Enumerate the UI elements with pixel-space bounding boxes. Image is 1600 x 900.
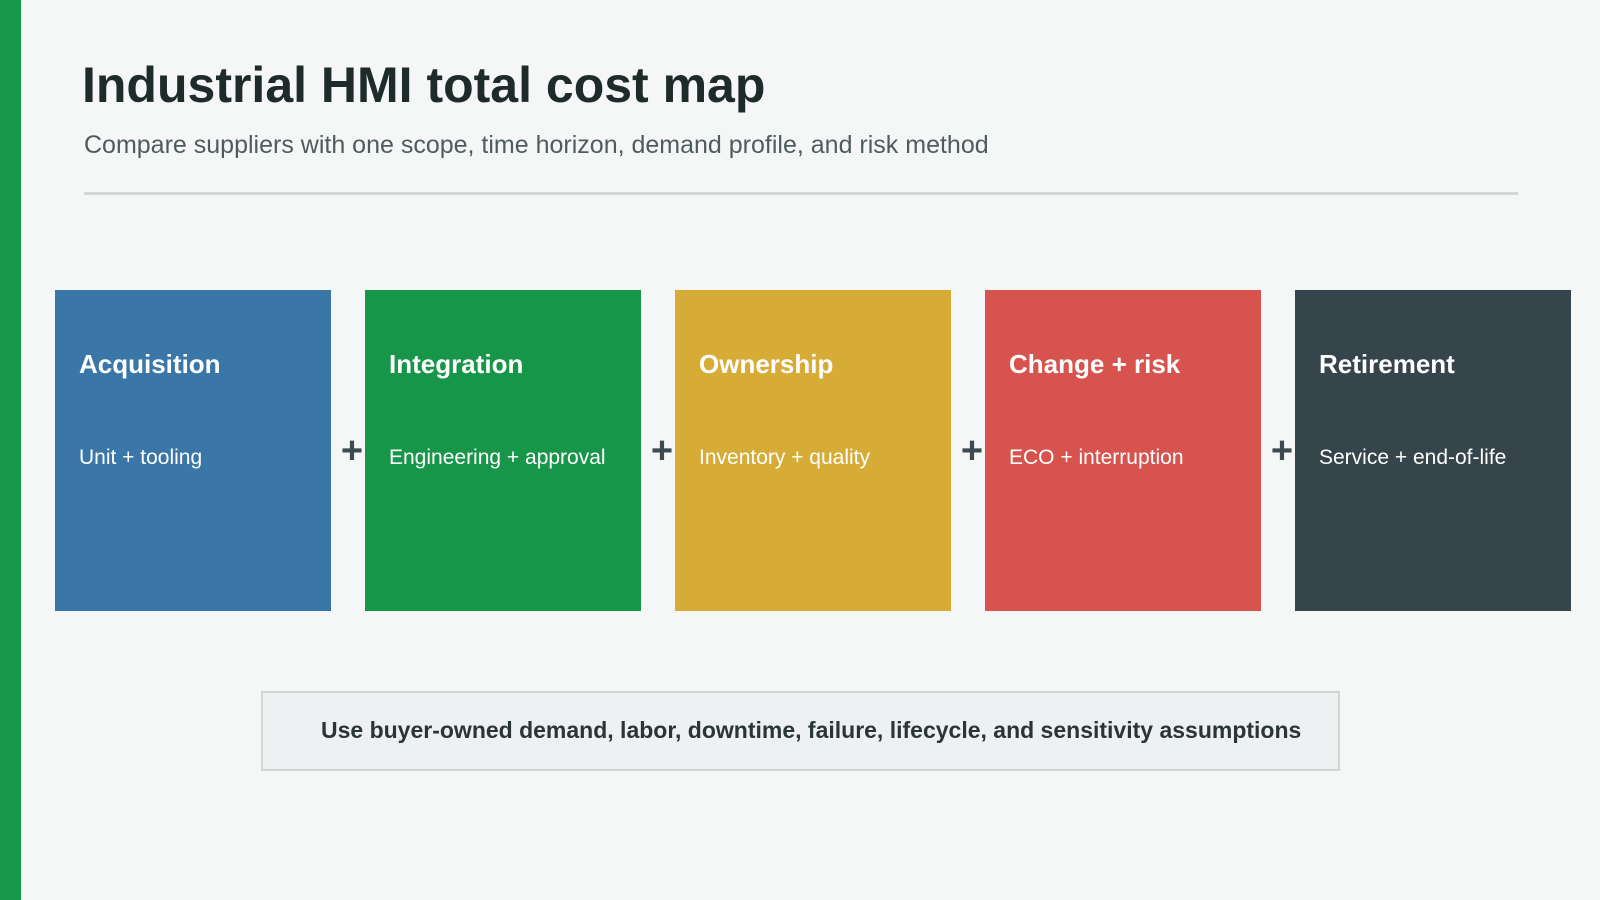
cost-card-integration: Integration Engineering + approval: [365, 290, 641, 611]
cost-card-retirement: Retirement Service + end-of-life: [1295, 290, 1571, 611]
assumptions-note: Use buyer-owned demand, labor, downtime,…: [261, 691, 1340, 771]
assumptions-note-text: Use buyer-owned demand, labor, downtime,…: [321, 717, 1302, 743]
cost-card-acquisition: Acquisition Unit + tooling: [55, 290, 331, 611]
plus-operator: +: [1270, 430, 1294, 472]
cost-card-label: Change + risk: [1009, 349, 1181, 379]
cost-card-label: Ownership: [699, 349, 834, 379]
cost-card-detail: ECO + interruption: [1009, 446, 1184, 469]
plus-operator: +: [960, 430, 984, 472]
cost-card-label: Integration: [389, 349, 524, 379]
cost-card-label: Retirement: [1319, 349, 1455, 379]
cost-card-detail: Service + end-of-life: [1319, 446, 1507, 469]
cost-card-detail: Engineering + approval: [389, 446, 606, 469]
plus-operator: +: [650, 430, 674, 472]
plus-operator: +: [340, 430, 364, 472]
cost-card-detail: Inventory + quality: [699, 446, 871, 469]
cost-card-ownership: Ownership Inventory + quality: [675, 290, 951, 611]
accent-bar: [0, 0, 21, 900]
page-title: Industrial HMI total cost map: [82, 57, 766, 113]
header-divider: [84, 192, 1518, 195]
cost-card-label: Acquisition: [79, 349, 221, 379]
cost-card-change-risk: Change + risk ECO + interruption: [985, 290, 1261, 611]
page-subtitle: Compare suppliers with one scope, time h…: [84, 131, 989, 159]
cost-card-detail: Unit + tooling: [79, 446, 203, 469]
